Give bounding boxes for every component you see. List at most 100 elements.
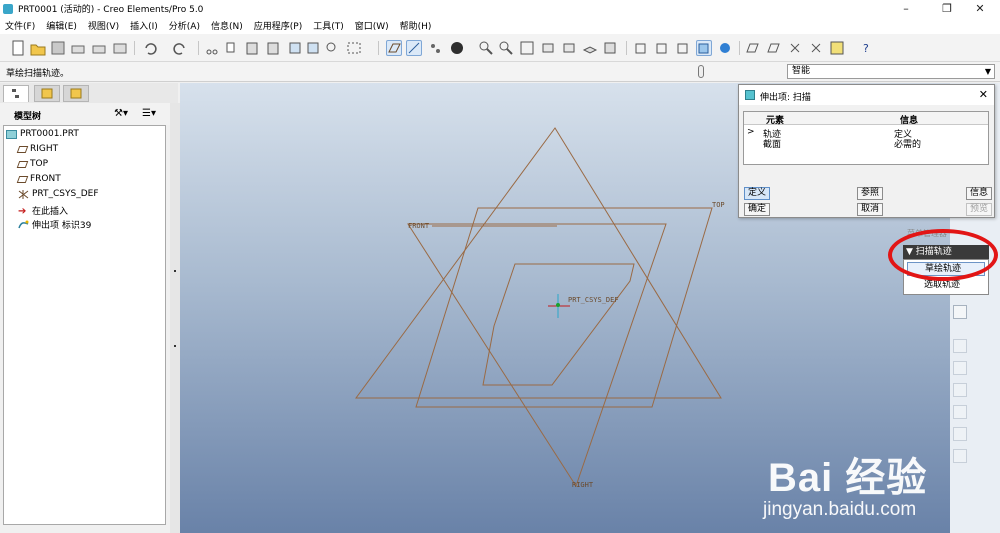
select-box-icon[interactable]: [346, 40, 362, 56]
csys-icon: [18, 189, 29, 199]
rib-tool-icon[interactable]: [953, 383, 967, 397]
csys-tool-icon[interactable]: [808, 40, 824, 56]
tree-item-insert-here[interactable]: ➔ 在此插入: [18, 204, 68, 217]
tree-settings-icon[interactable]: ⚒▾: [114, 108, 128, 119]
title-bar: PRT0001 (活动的) - Creo Elements/Pro 5.0: [0, 0, 1000, 17]
tree-item-top-plane[interactable]: TOP: [16, 159, 49, 169]
toolbar-divider: [134, 41, 135, 55]
hole-tool-icon[interactable]: [953, 339, 967, 353]
datum-axes-toggle-icon[interactable]: [406, 40, 422, 56]
tree-item-label: PRT_CSYS_DEF: [32, 189, 99, 199]
tree-item-label: TOP: [30, 159, 49, 169]
define-button[interactable]: 定义: [744, 187, 770, 200]
regen-manager-icon[interactable]: [305, 40, 321, 56]
minimize-button[interactable]: –: [889, 0, 923, 17]
tree-show-icon[interactable]: ☰▾: [142, 108, 156, 119]
highlight-circle: [888, 229, 998, 281]
refit-icon[interactable]: [519, 40, 535, 56]
sketch-tool-icon[interactable]: [745, 40, 761, 56]
tree-item-part[interactable]: PRT0001.PRT: [6, 129, 79, 139]
menu-help[interactable]: 帮助(H): [395, 19, 438, 32]
analysis-tool-icon[interactable]: [829, 40, 845, 56]
datum-planes-toggle-icon[interactable]: [386, 40, 402, 56]
menu-file[interactable]: 文件(F): [0, 19, 41, 32]
draft-tool-icon[interactable]: [953, 405, 967, 419]
column-header-info: 信息: [900, 116, 919, 126]
print-icon[interactable]: [70, 40, 86, 56]
tree-item-csys[interactable]: PRT_CSYS_DEF: [18, 189, 99, 199]
copy-icon[interactable]: [224, 40, 240, 56]
menu-applications[interactable]: 应用程序(P): [249, 19, 308, 32]
part-icon: [6, 129, 17, 139]
no-hidden-icon[interactable]: [675, 40, 691, 56]
ok-button[interactable]: 确定: [744, 203, 770, 216]
menu-bar: 文件(F) 编辑(E) 视图(V) 插入(I) 分析(A) 信息(N) 应用程序…: [0, 17, 1000, 34]
tree-item-label: 伸出项 标识39: [32, 221, 92, 231]
redo-icon[interactable]: [172, 40, 188, 56]
front-datum-plane: [415, 207, 713, 408]
sweep-tool-icon[interactable]: [953, 305, 967, 319]
appearance-icon[interactable]: [717, 40, 733, 56]
datum-point-tool-icon[interactable]: [787, 40, 803, 56]
menu-edit[interactable]: 编辑(E): [41, 19, 83, 32]
tree-item-right-plane[interactable]: RIGHT: [16, 144, 58, 154]
baidu-watermark: Bai 经验 jingyan.baidu.com: [763, 425, 1000, 533]
shading-icon[interactable]: [696, 40, 712, 56]
front-plane-label: FRONT: [408, 222, 430, 230]
spin-center-icon[interactable]: [449, 40, 465, 56]
csys-label: PRT_CSYS_DEF: [568, 296, 619, 304]
new-file-icon[interactable]: [10, 40, 26, 56]
shell-tool-icon[interactable]: [953, 361, 967, 375]
menu-info[interactable]: 信息(N): [206, 19, 249, 32]
regenerate-icon[interactable]: [287, 40, 303, 56]
menu-view[interactable]: 视图(V): [83, 19, 125, 32]
menu-analysis[interactable]: 分析(A): [164, 19, 206, 32]
zoom-in-icon[interactable]: [478, 40, 494, 56]
paste-icon[interactable]: [244, 40, 260, 56]
print-preview-icon[interactable]: [91, 40, 107, 56]
menu-tools[interactable]: 工具(T): [308, 19, 350, 32]
paste-special-icon[interactable]: [265, 40, 281, 56]
info-button[interactable]: 信息: [966, 187, 992, 200]
model-tree-tab[interactable]: [3, 85, 29, 102]
reorient-icon[interactable]: [540, 40, 556, 56]
reference-button[interactable]: 参照: [857, 187, 883, 200]
cancel-button[interactable]: 取消: [857, 203, 883, 216]
cut-icon[interactable]: [204, 40, 220, 56]
dialog-title: 伸出项: 扫描: [760, 93, 811, 103]
tree-item-front-plane[interactable]: FRONT: [16, 174, 61, 184]
save-icon[interactable]: [50, 40, 66, 56]
datum-points-toggle-icon[interactable]: [427, 40, 443, 56]
close-icon[interactable]: ✕: [979, 88, 988, 101]
layers-icon[interactable]: [582, 40, 598, 56]
open-folder-icon[interactable]: [30, 40, 46, 56]
row-marker: >: [747, 127, 755, 137]
maximize-button[interactable]: ❐: [930, 0, 964, 17]
send-mail-icon[interactable]: [112, 40, 128, 56]
saved-views-icon[interactable]: [561, 40, 577, 56]
undo-icon[interactable]: [142, 40, 158, 56]
folder-browser-tab[interactable]: [34, 85, 60, 102]
close-button[interactable]: ✕: [963, 0, 997, 17]
hidden-line-icon[interactable]: [654, 40, 670, 56]
datum-axis-tool-icon[interactable]: [766, 40, 782, 56]
view-manager-icon[interactable]: [602, 40, 618, 56]
toolbar-divider: [378, 41, 379, 55]
menu-window[interactable]: 窗口(W): [350, 19, 395, 32]
menu-insert[interactable]: 插入(I): [125, 19, 164, 32]
favorites-tab[interactable]: [63, 85, 89, 102]
tree-item-protrusion[interactable]: 伸出项 标识39: [18, 218, 91, 231]
find-icon[interactable]: [325, 40, 341, 56]
context-help-icon[interactable]: ?: [860, 40, 876, 56]
wireframe-icon[interactable]: [633, 40, 649, 56]
insert-arrow-icon: ➔: [18, 206, 27, 217]
table-row[interactable]: 截面 必需的: [744, 137, 988, 150]
toolbar-divider: [739, 41, 740, 55]
selection-filter-dropdown[interactable]: 智能 ▼: [787, 64, 995, 79]
zoom-out-icon[interactable]: [498, 40, 514, 56]
dialog-title-bar: 伸出项: 扫描 ✕: [739, 85, 994, 105]
datum-plane-icon: [16, 160, 29, 168]
preview-button[interactable]: 预览: [966, 203, 992, 216]
datum-plane-icon: [16, 175, 29, 183]
navigator-splitter[interactable]: [170, 103, 180, 533]
